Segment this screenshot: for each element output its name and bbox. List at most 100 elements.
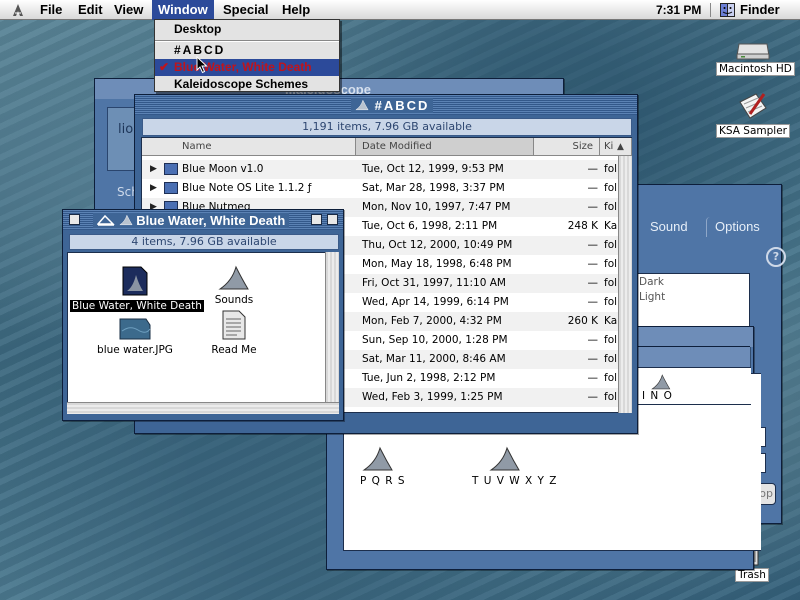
row-kind: fol (604, 353, 618, 365)
blue-water-content: Blue Water, White Death Sounds blue wate… (67, 252, 325, 402)
row-date-modified: Mon, May 18, 1998, 6:48 PM (362, 258, 512, 270)
side-label: lio (118, 122, 134, 137)
application-menu[interactable]: Finder (720, 0, 780, 20)
folder-tuvwxyz[interactable]: T U V W X Y Z (470, 446, 557, 487)
row-date-modified: Sun, Sep 10, 2000, 1:28 PM (362, 334, 508, 346)
jpeg-image-icon (119, 318, 151, 340)
row-size: — (587, 277, 599, 289)
blue-water-horizontal-scrollbar[interactable] (67, 402, 339, 414)
row-size: — (587, 163, 599, 175)
menu-item-blue-water[interactable]: ✔ Blue Water, White Death (155, 59, 339, 76)
close-box-icon[interactable] (69, 214, 80, 225)
row-date-modified: Mon, Feb 7, 2000, 4:32 PM (362, 315, 502, 327)
mouse-pointer-icon (196, 56, 208, 74)
menu-file[interactable]: File (34, 0, 68, 20)
apple-menu-icon[interactable] (10, 2, 26, 18)
document-pen-icon (739, 93, 767, 119)
folder-icon (164, 163, 178, 175)
disclosure-triangle-icon[interactable]: ▶ (150, 179, 157, 198)
scheme-preview-image: lio (107, 107, 137, 171)
abcd-title-text: #ABCD (374, 98, 430, 113)
row-kind: fol (604, 372, 618, 384)
column-header-name[interactable]: Name (142, 138, 356, 156)
ksa-sampler-icon[interactable]: KSA Sampler (716, 90, 790, 138)
row-name: Blue Note OS Lite 1.1.2 ƒ (182, 182, 312, 194)
file-read-me-label: Read Me (211, 344, 257, 356)
abcd-titlebar[interactable]: #ABCD (135, 95, 637, 115)
window-menu-dropdown: Desktop #ABCD ✔ Blue Water, White Death … (154, 19, 340, 92)
column-header-size[interactable]: Size (534, 138, 600, 156)
row-size: — (587, 353, 599, 365)
menu-item-abcd[interactable]: #ABCD (155, 42, 339, 59)
file-read-me[interactable]: Read Me (204, 309, 264, 356)
menu-window[interactable]: Window (152, 0, 214, 20)
disclosure-triangle-icon[interactable]: ▶ (150, 160, 157, 179)
table-row[interactable]: ▶ Blue Moon v1.0 Tue, Oct 12, 1999, 9:53 P… (142, 160, 618, 179)
appearance-list[interactable]: Dark Light (632, 273, 750, 327)
menu-special[interactable]: Special (217, 0, 275, 20)
shark-fin-icon (651, 374, 671, 390)
row-date-modified: Wed, Apr 14, 1999, 6:14 PM (362, 296, 509, 308)
abcd-vertical-scrollbar[interactable] (618, 156, 632, 413)
folder-ino-label: I N O (642, 390, 673, 402)
folder-sounds[interactable]: Sounds (204, 265, 264, 306)
blue-water-title-text: Blue Water, White Death (136, 213, 286, 228)
row-size: — (587, 182, 599, 194)
folder-icon (164, 182, 178, 194)
list-item-dark[interactable]: Dark (639, 276, 664, 288)
row-kind: Ka (604, 220, 618, 232)
macintosh-hd-label: Macintosh HD (716, 62, 795, 76)
text-document-icon (222, 310, 246, 340)
folder-pqrs[interactable]: P Q R S (358, 446, 405, 487)
blue-water-title: Blue Water, White Death (93, 213, 290, 228)
row-date-modified: Sat, Mar 11, 2000, 8:46 AM (362, 353, 506, 365)
row-size: 248 K (567, 220, 598, 232)
row-kind: fol (604, 334, 618, 346)
menu-item-blue-water-label: Blue Water, White Death (174, 60, 312, 74)
tab-sound[interactable]: Sound (642, 217, 696, 237)
blue-water-vertical-scrollbar[interactable] (325, 252, 339, 402)
folder-tab-icon (96, 214, 115, 226)
shark-fin-icon (118, 214, 133, 226)
row-date-modified: Tue, Oct 12, 1999, 9:53 PM (362, 163, 504, 175)
row-date-modified: Wed, Feb 3, 1999, 1:25 PM (362, 391, 503, 403)
row-date-modified: Sat, Mar 28, 1998, 3:37 PM (362, 182, 505, 194)
file-blue-water-white-death-label: Blue Water, White Death (70, 300, 204, 312)
abcd-title: #ABCD (351, 98, 434, 113)
row-kind: fol (604, 258, 618, 270)
row-kind: fol (604, 163, 618, 175)
file-blue-water-white-death[interactable]: Blue Water, White Death (70, 265, 204, 312)
collapse-box-icon[interactable] (327, 214, 338, 225)
blue-water-titlebar[interactable]: Blue Water, White Death (63, 210, 343, 230)
row-kind: fol (604, 296, 618, 308)
sort-direction-icon[interactable]: ▲ (614, 138, 632, 156)
folder-sounds-label: Sounds (214, 294, 254, 306)
menu-edit[interactable]: Edit (72, 0, 109, 20)
row-size: — (587, 296, 599, 308)
row-kind: fol (604, 391, 618, 403)
macintosh-hd-icon[interactable]: Macintosh HD (716, 42, 795, 76)
list-item-light[interactable]: Light (639, 291, 665, 303)
table-row[interactable]: ▶ Blue Note OS Lite 1.1.2 ƒ Sat, Mar 28, 1… (142, 179, 618, 198)
column-header-date-modified[interactable]: Date Modified (356, 138, 534, 156)
folder-pqrs-label: P Q R S (360, 475, 406, 487)
row-size: 260 K (567, 315, 598, 327)
ksa-sampler-label: KSA Sampler (716, 124, 790, 138)
menu-help[interactable]: Help (276, 0, 316, 20)
menu-item-desktop[interactable]: Desktop (155, 21, 339, 38)
menu-view[interactable]: View (108, 0, 149, 20)
file-blue-water-jpg[interactable]: blue water.JPG (90, 317, 180, 356)
shark-fin-icon (218, 265, 249, 290)
menu-item-kaleidoscope-schemes[interactable]: Kaleidoscope Schemes (155, 76, 339, 93)
row-date-modified: Fri, Oct 31, 1997, 11:10 AM (362, 277, 506, 289)
help-icon[interactable]: ? (766, 247, 786, 267)
menubar-separator (710, 3, 711, 17)
row-kind: fol (604, 239, 618, 251)
row-kind: fol (604, 201, 618, 213)
zoom-box-icon[interactable] (311, 214, 322, 225)
kaleidoscope-scheme-icon (122, 266, 148, 296)
row-kind: fol (604, 182, 618, 194)
menu-clock[interactable]: 7:31 PM (656, 0, 701, 20)
row-date-modified: Mon, Nov 10, 1997, 7:47 PM (362, 201, 511, 213)
tab-options[interactable]: Options (706, 217, 768, 237)
